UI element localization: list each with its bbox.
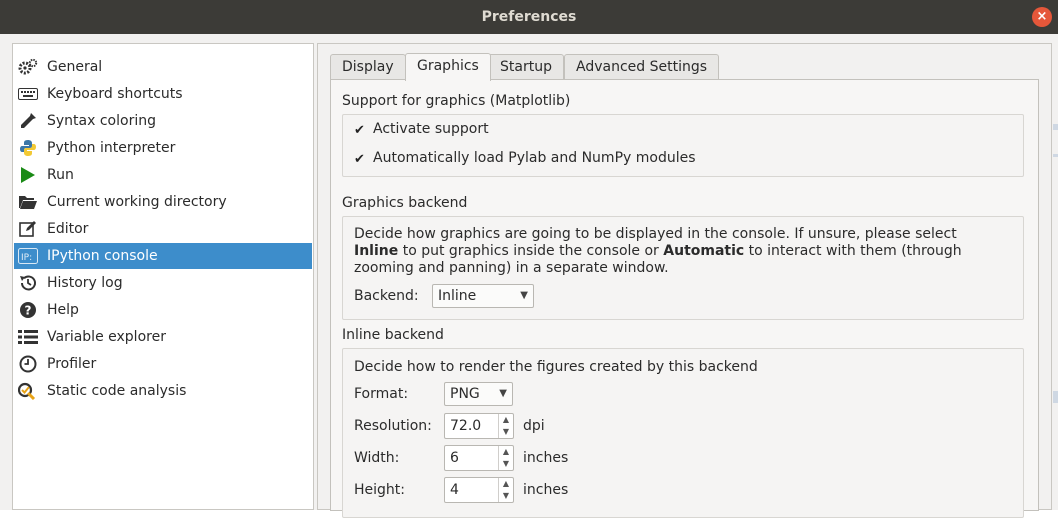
sidebar-item-profiler[interactable]: Profiler <box>14 351 312 377</box>
help-icon: ? <box>18 301 38 319</box>
clock-icon <box>18 355 38 373</box>
sidebar-item-label: General <box>47 59 103 75</box>
list-icon <box>18 328 38 346</box>
edit-icon <box>18 220 38 238</box>
format-select[interactable]: PNG ▼ <box>444 382 513 406</box>
height-spinbox[interactable]: 4 ▲ ▼ <box>444 477 514 503</box>
graphics-tab-panel: Support for graphics (Matplotlib) ✔ Acti… <box>330 79 1039 518</box>
height-unit: inches <box>523 482 569 498</box>
sidebar-item-label: Python interpreter <box>47 140 176 156</box>
analysis-icon <box>18 382 38 400</box>
backend-group-title: Graphics backend <box>342 195 468 211</box>
sidebar-item-ipython-console[interactable]: IP: IPython console <box>14 243 312 269</box>
sidebar-item-general[interactable]: General <box>14 54 312 80</box>
spin-down-icon[interactable]: ▼ <box>499 458 513 470</box>
sidebar-item-label: Help <box>47 302 79 318</box>
chevron-down-icon: ▼ <box>499 388 507 399</box>
activate-support-label[interactable]: Activate support <box>373 121 489 137</box>
sidebar-item-label: IPython console <box>47 248 158 264</box>
backend-label: Backend: <box>354 288 419 304</box>
sidebar-item-history-log[interactable]: History log <box>14 270 312 296</box>
spin-up-icon[interactable]: ▲ <box>499 446 513 458</box>
dropper-icon <box>18 112 38 130</box>
spin-up-icon[interactable]: ▲ <box>499 414 513 426</box>
autoload-pylab-label[interactable]: Automatically load Pylab and NumPy modul… <box>373 150 696 166</box>
height-label: Height: <box>354 482 405 498</box>
tab-graphics[interactable]: Graphics <box>405 53 491 81</box>
width-spinbox[interactable]: 6 ▲ ▼ <box>444 445 514 471</box>
resolution-spinbox[interactable]: 72.0 ▲ ▼ <box>444 413 514 439</box>
preferences-window: General Keyboard shortcuts Syntax colori… <box>0 34 1058 518</box>
width-label: Width: <box>354 450 400 466</box>
sidebar-item-label: Variable explorer <box>47 329 166 345</box>
preferences-sidebar: General Keyboard shortcuts Syntax colori… <box>12 43 314 510</box>
sidebar-item-variable-explorer[interactable]: Variable explorer <box>14 324 312 350</box>
width-unit: inches <box>523 450 569 466</box>
svg-text:IP:: IP: <box>21 253 32 263</box>
sidebar-item-editor[interactable]: Editor <box>14 216 312 242</box>
tab-advanced-settings[interactable]: Advanced Settings <box>564 54 720 79</box>
folder-open-icon <box>18 193 38 211</box>
autoload-pylab-checkbox[interactable]: ✔ <box>354 153 367 166</box>
tab-display[interactable]: Display <box>330 54 406 79</box>
sidebar-item-label: Static code analysis <box>47 383 187 399</box>
sidebar-item-label: Run <box>47 167 74 183</box>
backend-group: Decide how graphics are going to be disp… <box>342 216 1024 320</box>
sidebar-item-label: Syntax coloring <box>47 113 156 129</box>
backend-description: Decide how graphics are going to be disp… <box>354 226 962 276</box>
tab-startup[interactable]: Startup <box>488 54 564 79</box>
sidebar-item-label: Profiler <box>47 356 97 372</box>
keyboard-icon <box>18 85 38 103</box>
inline-description: Decide how to render the figures created… <box>354 359 758 375</box>
sidebar-item-help[interactable]: ? Help <box>14 297 312 323</box>
sidebar-item-label: History log <box>47 275 123 291</box>
sidebar-item-static-code-analysis[interactable]: Static code analysis <box>14 378 312 404</box>
sidebar-item-run[interactable]: Run <box>14 162 312 188</box>
title-bar: Preferences × <box>0 0 1058 34</box>
background-window-edge <box>1053 154 1058 157</box>
ipython-icon: IP: <box>18 247 38 265</box>
sidebar-item-python-interpreter[interactable]: Python interpreter <box>14 135 312 161</box>
sidebar-item-current-working-directory[interactable]: Current working directory <box>14 189 312 215</box>
format-label: Format: <box>354 386 409 402</box>
activate-support-checkbox[interactable]: ✔ <box>354 124 367 137</box>
background-window-edge <box>1053 124 1058 130</box>
resolution-label: Resolution: <box>354 418 432 434</box>
gears-icon <box>18 58 38 76</box>
background-window-edge <box>1053 391 1058 403</box>
sidebar-item-syntax-coloring[interactable]: Syntax coloring <box>14 108 312 134</box>
close-button[interactable]: × <box>1032 7 1052 27</box>
preferences-page: Display Graphics Startup Advanced Settin… <box>317 43 1052 518</box>
inline-group-title: Inline backend <box>342 327 444 343</box>
sidebar-item-label: Current working directory <box>47 194 227 210</box>
play-icon <box>18 166 38 184</box>
python-icon <box>18 139 38 157</box>
sidebar-item-label: Keyboard shortcuts <box>47 86 183 102</box>
support-group: ✔ Activate support ✔ Automatically load … <box>342 114 1024 177</box>
backend-select[interactable]: Inline ▼ <box>432 284 534 308</box>
sidebar-item-label: Editor <box>47 221 89 237</box>
support-group-title: Support for graphics (Matplotlib) <box>342 93 571 109</box>
window-title: Preferences <box>481 9 577 25</box>
spin-down-icon[interactable]: ▼ <box>499 490 513 502</box>
history-icon <box>18 274 38 292</box>
chevron-down-icon: ▼ <box>520 290 528 301</box>
inline-group: Decide how to render the figures created… <box>342 348 1024 518</box>
svg-text:?: ? <box>25 304 32 318</box>
spin-up-icon[interactable]: ▲ <box>499 478 513 490</box>
spin-down-icon[interactable]: ▼ <box>499 426 513 438</box>
sidebar-item-keyboard-shortcuts[interactable]: Keyboard shortcuts <box>14 81 312 107</box>
resolution-unit: dpi <box>523 418 545 434</box>
